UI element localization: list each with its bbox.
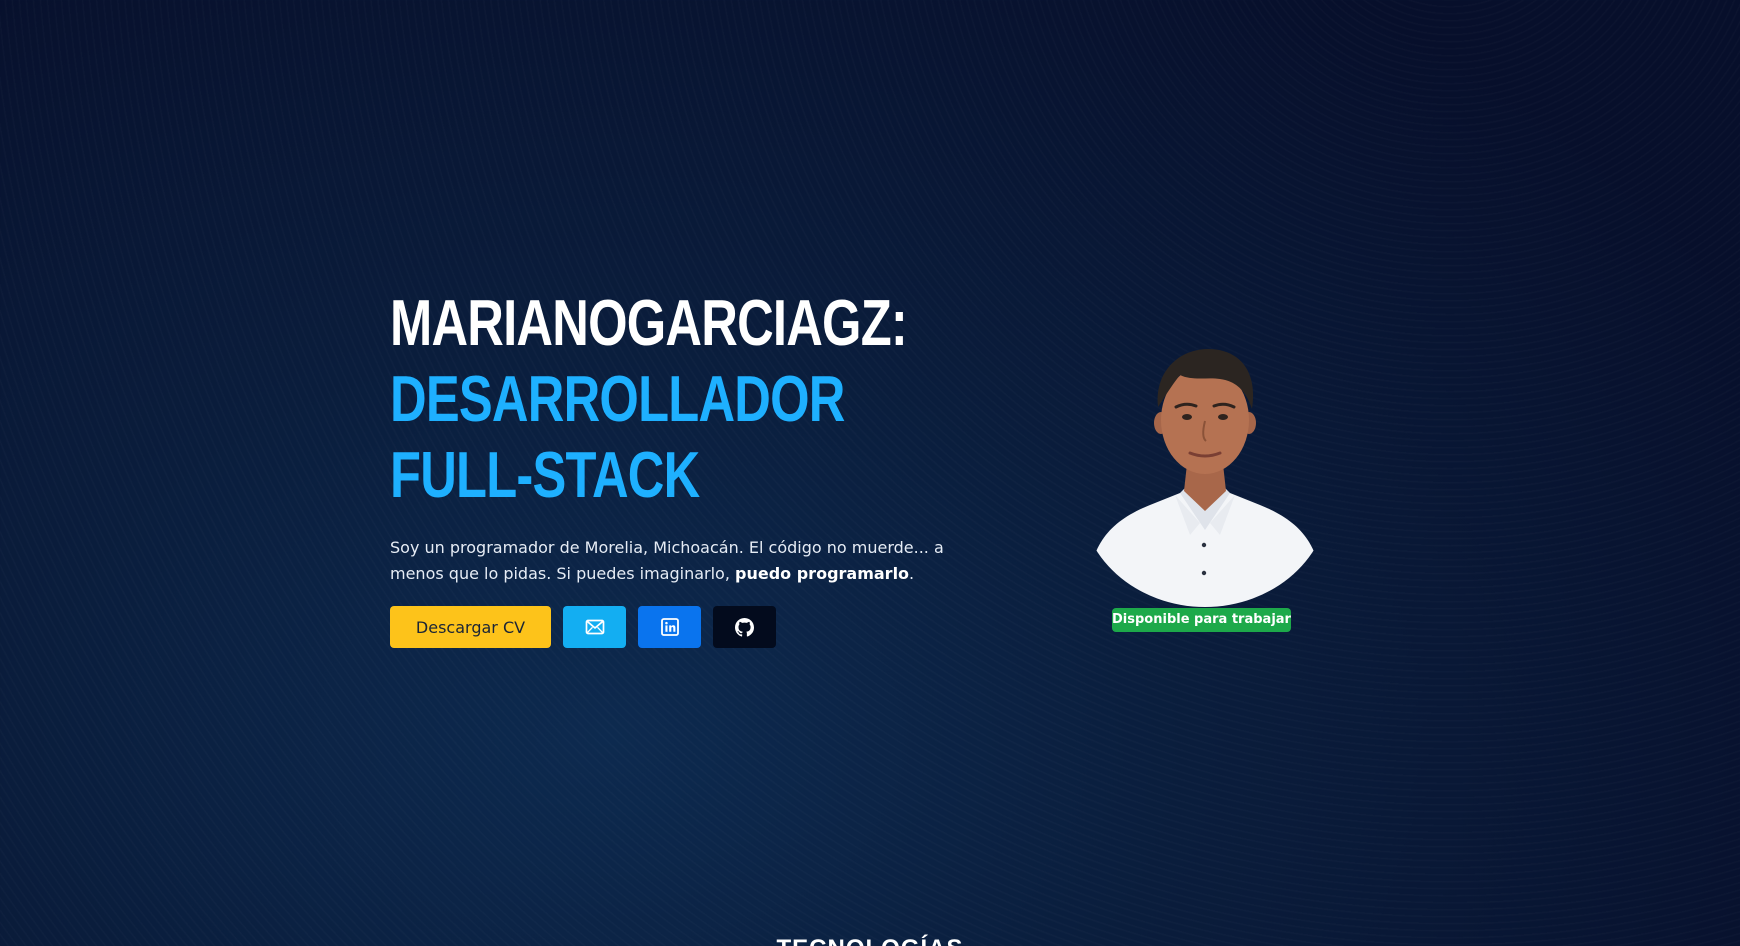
mail-icon (585, 619, 605, 635)
page-title: MARIANOGARCIAGZ: DESARROLLADOR FULL-STAC… (390, 285, 983, 513)
status-badge: Disponible para trabajar (1112, 608, 1291, 632)
github-icon (735, 617, 754, 637)
title-name: MARIANOGARCIAGZ: (390, 286, 908, 359)
profile-photo-area: Disponible para trabajar (1080, 345, 1330, 632)
profile-photo (1087, 349, 1323, 607)
title-role: DESARROLLADOR FULL-STACK (390, 362, 845, 511)
hero-section: MARIANOGARCIAGZ: DESARROLLADOR FULL-STAC… (390, 285, 970, 648)
intro-paragraph: Soy un programador de Morelia, Michoacán… (390, 535, 990, 587)
linkedin-button[interactable] (638, 606, 701, 648)
intro-highlight: puedo programarlo (735, 564, 910, 583)
intro-end: . (909, 564, 915, 583)
download-cv-button[interactable]: Descargar CV (390, 606, 551, 648)
linkedin-icon (660, 618, 679, 636)
email-button[interactable] (563, 606, 626, 648)
hero-actions: Descargar CV (390, 606, 776, 648)
github-button[interactable] (713, 606, 776, 648)
section-heading-technologies: TECNOLOGÍAS (0, 935, 1740, 946)
